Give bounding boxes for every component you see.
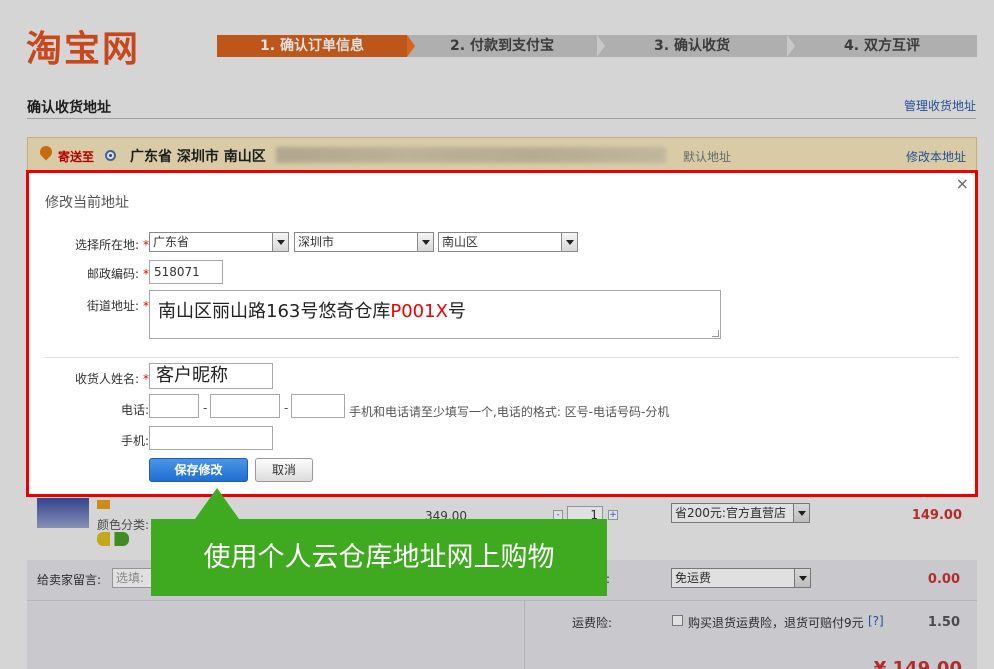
- warehouse-code: P001X: [390, 301, 448, 322]
- resize-handle-icon[interactable]: [712, 330, 719, 337]
- phone-extension-input[interactable]: [291, 394, 345, 418]
- province-value: 广东省: [153, 235, 190, 249]
- city-value: 深圳市: [298, 235, 335, 249]
- phone-separator: -: [284, 401, 289, 415]
- form-divider: [45, 357, 959, 358]
- close-icon[interactable]: ×: [956, 174, 969, 193]
- district-select[interactable]: 南山区: [438, 232, 578, 252]
- chevron-down-icon: [417, 233, 433, 251]
- city-select[interactable]: 深圳市: [294, 232, 434, 252]
- cancel-button[interactable]: 取消: [255, 458, 313, 482]
- district-value: 南山区: [442, 235, 479, 249]
- dialog-title: 修改当前地址: [45, 195, 129, 211]
- annotation-callout: 使用个人云仓库地址网上购物: [151, 488, 607, 596]
- chevron-down-icon: [272, 233, 288, 251]
- recipient-name-label: 收货人姓名: *: [74, 372, 149, 386]
- phone-number-input[interactable]: [210, 394, 280, 418]
- chevron-down-icon: [561, 233, 577, 251]
- phone-format-hint: 手机和电话请至少填写一个,电话的格式: 区号-电话号码-分机: [349, 405, 670, 419]
- phone-separator: -: [203, 401, 208, 415]
- postcode-label: 邮政编码: *: [86, 267, 149, 281]
- edit-address-dialog: × 修改当前地址 选择所在地: * 广东省 深圳市 南山区 邮政编码: * 5180…: [26, 170, 978, 497]
- region-label: 选择所在地: *: [74, 238, 149, 252]
- postcode-input[interactable]: 518071: [149, 260, 223, 284]
- street-address-textarea[interactable]: 南山区丽山路163号悠奇仓库P001X号: [149, 290, 721, 339]
- recipient-name-input[interactable]: 客户昵称: [149, 363, 273, 389]
- save-changes-button[interactable]: 保存修改: [149, 458, 248, 482]
- mobile-input[interactable]: [149, 426, 273, 450]
- phone-area-code-input[interactable]: [149, 394, 199, 418]
- mobile-label: 手机:: [120, 434, 149, 448]
- province-select[interactable]: 广东省: [149, 232, 289, 252]
- phone-label: 电话:: [120, 403, 149, 417]
- street-label: 街道地址: *: [86, 299, 149, 313]
